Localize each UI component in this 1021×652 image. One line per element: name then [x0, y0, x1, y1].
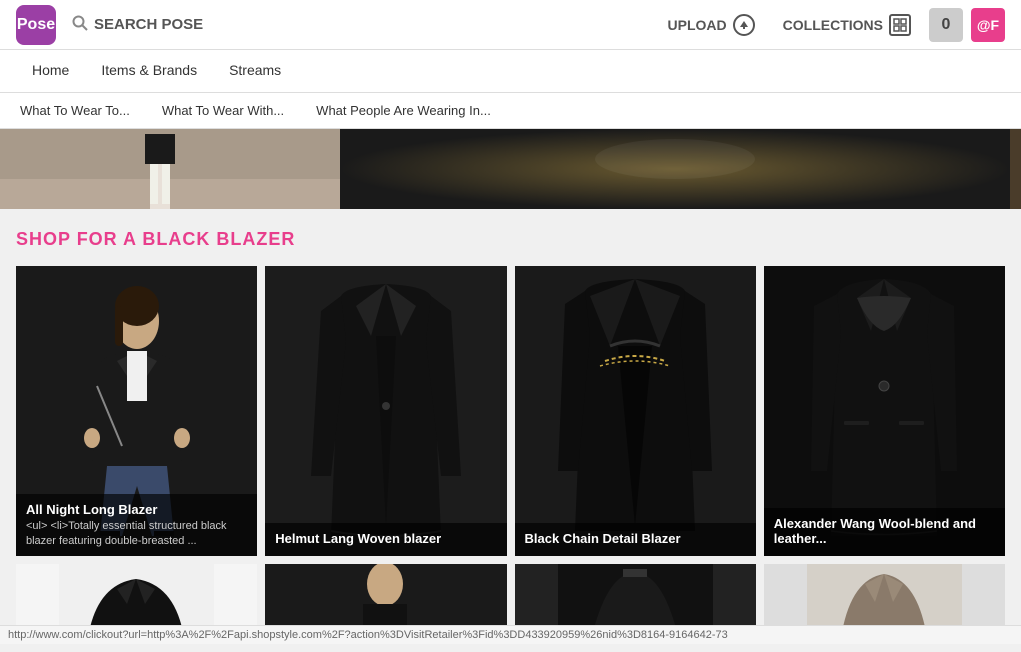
status-url: http://www.com/clickout?url=http%3A%2F%2…	[8, 629, 728, 641]
product-grid: All Night Long Blazer <ul> <li>Totally e…	[16, 266, 1005, 556]
product-card-5[interactable]	[16, 564, 257, 632]
pose-logo[interactable]: Pose	[16, 5, 56, 45]
product-card-2[interactable]: Helmut Lang Woven blazer	[265, 266, 506, 556]
sub-nav-item-wear-to[interactable]: What To Wear To...	[16, 93, 146, 128]
product-title-3: Black Chain Detail Blazer	[525, 531, 746, 546]
upload-label: UPLOAD	[668, 17, 727, 33]
hero-image-right	[340, 129, 1021, 209]
user-badge[interactable]: @F	[971, 8, 1005, 42]
collections-button[interactable]: COLLECTIONS	[773, 8, 921, 42]
product-overlay-1: All Night Long Blazer <ul> <li>Totally e…	[16, 494, 257, 556]
product-overlay-3: Black Chain Detail Blazer	[515, 523, 756, 556]
sub-nav: What To Wear To... What To Wear With... …	[0, 93, 1021, 129]
product-overlay-2: Helmut Lang Woven blazer	[265, 523, 506, 556]
shop-title: SHOP FOR A BLACK BLAZER	[16, 229, 1005, 250]
header-right: UPLOAD COLLECTIONS 0 @F	[658, 8, 1005, 42]
product-card-6[interactable]	[265, 564, 506, 632]
product-grid-row2	[16, 564, 1005, 632]
sub-nav-item-wear-with[interactable]: What To Wear With...	[146, 93, 300, 128]
product-image-3	[515, 266, 756, 556]
product-card-3[interactable]: Black Chain Detail Blazer	[515, 266, 756, 556]
product-title-4: Alexander Wang Wool-blend and leather...	[774, 516, 995, 546]
hero-image-left	[0, 129, 340, 209]
product-card-7[interactable]	[515, 564, 756, 632]
main-content: SHOP FOR A BLACK BLAZER	[0, 129, 1021, 652]
main-nav: Home Items & Brands Streams	[0, 50, 1021, 93]
product-title-1: All Night Long Blazer	[26, 502, 247, 517]
product-image-2	[265, 266, 506, 556]
shop-section: SHOP FOR A BLACK BLAZER	[0, 209, 1021, 652]
product-card-4[interactable]: Alexander Wang Wool-blend and leather...	[764, 266, 1005, 556]
product-card-8[interactable]	[764, 564, 1005, 632]
product-overlay-4: Alexander Wang Wool-blend and leather...	[764, 508, 1005, 556]
search-label: SEARCH POSE	[94, 16, 203, 33]
product-title-2: Helmut Lang Woven blazer	[275, 531, 496, 546]
header: Pose SEARCH POSE UPLOAD COLLECTIONS	[0, 0, 1021, 50]
sub-nav-item-wearing-in[interactable]: What People Are Wearing In...	[300, 93, 507, 128]
status-bar: http://www.com/clickout?url=http%3A%2F%2…	[0, 625, 1021, 644]
count-badge: 0	[929, 8, 963, 42]
nav-item-home[interactable]: Home	[16, 50, 85, 92]
product-card-1[interactable]: All Night Long Blazer <ul> <li>Totally e…	[16, 266, 257, 556]
upload-button[interactable]: UPLOAD	[658, 8, 765, 42]
hero-strip	[0, 129, 1021, 209]
collections-icon	[889, 14, 911, 36]
collections-label: COLLECTIONS	[783, 17, 883, 33]
search-icon	[72, 15, 88, 35]
search-area[interactable]: SEARCH POSE	[72, 15, 658, 35]
product-desc-1: <ul> <li>Totally essential structured bl…	[26, 519, 247, 548]
nav-item-items-brands[interactable]: Items & Brands	[85, 50, 213, 92]
nav-item-streams[interactable]: Streams	[213, 50, 297, 92]
upload-icon	[733, 14, 755, 36]
